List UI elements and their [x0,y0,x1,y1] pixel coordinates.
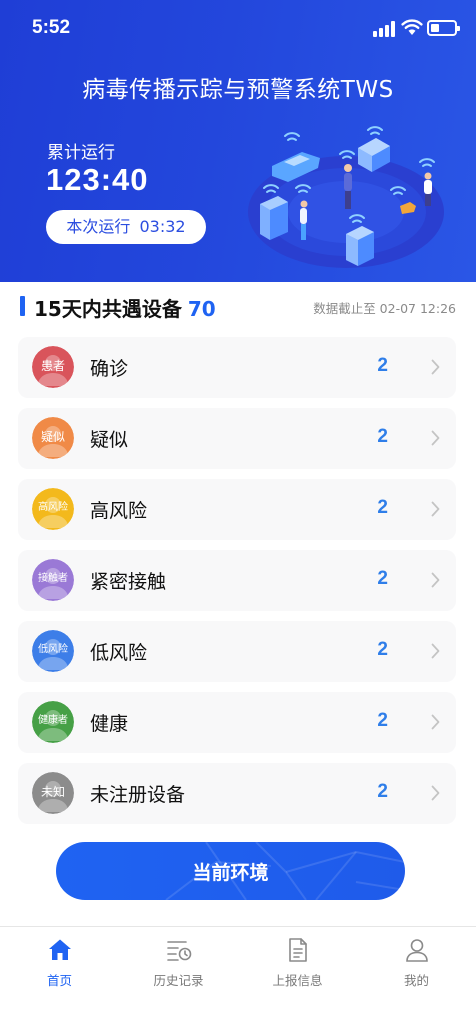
tab-profile[interactable]: 我的 [357,927,476,999]
device-category-row[interactable]: 高风险 高风险 2 [18,479,456,540]
cellular-signal-icon [373,21,397,37]
section-title: 15天内共遇设备 70 [34,293,216,322]
tab-report-label: 上报信息 [272,973,323,988]
current-runtime-value: 03:32 [139,217,186,236]
device-category-row[interactable]: 患者 确诊 2 [18,337,456,398]
chevron-right-icon [431,572,440,588]
category-label: 疑似 [90,429,129,451]
device-category-row[interactable]: 接触者 紧密接触 2 [18,550,456,611]
current-environment-button[interactable]: 当前环境 [56,842,405,900]
category-label: 高风险 [90,500,148,522]
home-icon [49,939,71,960]
app-title: 病毒传播示踪与预警系统TWS [82,77,394,103]
status-time: 5:52 [32,17,71,38]
category-count: 2 [377,639,388,660]
category-count: 2 [377,781,388,802]
tab-home[interactable]: 首页 [0,927,119,999]
device-category-row[interactable]: 健康者 健康 2 [18,692,456,753]
device-category-row[interactable]: 疑似 疑似 2 [18,408,456,469]
category-label: 健康 [90,713,129,735]
header-banner: 5:52 病毒传播示踪与预警系统TWS 累计运行 123:40 本次运行 03:… [0,0,476,282]
device-category-list: 患者 确诊 2 疑似 疑似 2 高风险 高风险 2 接触者 紧密接触 2 低风险… [18,337,456,834]
chevron-right-icon [431,643,440,659]
tab-profile-label: 我的 [403,973,429,988]
current-environment-label: 当前环境 [192,861,269,884]
avatar-tag: 低风险 [38,644,68,655]
person-avatar-icon: 患者 [32,346,74,388]
current-runtime-badge: 本次运行 03:32 [46,210,206,244]
category-count: 2 [377,497,388,518]
section-accent-bar [20,296,25,316]
tab-home-label: 首页 [46,973,72,988]
category-label: 低风险 [90,642,148,664]
section-title-text: 15天内共遇设备 [34,297,182,321]
category-count: 2 [377,355,388,376]
tracking-illustration [248,126,444,268]
chevron-right-icon [431,501,440,517]
current-runtime-label: 本次运行 [66,217,131,236]
person-avatar-icon: 疑似 [32,417,74,459]
person-avatar-icon: 高风险 [32,488,74,530]
person-avatar-icon: 健康者 [32,701,74,743]
profile-icon [406,939,428,962]
category-label: 确诊 [90,358,129,380]
tab-history-label: 历史记录 [153,973,204,988]
encounter-section-header: 15天内共遇设备 70 数据截止至 02-07 12:26 [0,282,476,330]
cumulative-runtime-value: 123:40 [46,162,149,197]
history-icon [167,941,192,961]
category-count: 2 [377,568,388,589]
tab-report[interactable]: 上报信息 [238,927,357,999]
status-bar: 5:52 [0,0,476,58]
data-as-of: 数据截止至 02-07 12:26 [313,301,456,316]
avatar-tag: 疑似 [40,430,65,444]
avatar-tag: 接触者 [38,573,68,584]
tab-history[interactable]: 历史记录 [119,927,238,999]
chevron-right-icon [431,714,440,730]
avatar-tag: 高风险 [38,502,68,513]
avatar-tag: 健康者 [38,715,68,726]
avatar-tag: 患者 [40,359,65,373]
chevron-right-icon [431,430,440,446]
bottom-tab-bar: 首页 历史记录 上报信息 我的 [0,926,476,1031]
battery-icon [427,20,460,36]
report-icon [289,938,307,962]
category-count: 2 [377,710,388,731]
person-avatar-icon: 低风险 [32,630,74,672]
cumulative-runtime-label: 累计运行 [47,143,115,163]
chevron-right-icon [431,785,440,801]
category-label: 未注册设备 [90,784,186,806]
avatar-tag: 未知 [40,785,65,799]
device-category-row[interactable]: 未知 未注册设备 2 [18,763,456,824]
device-category-row[interactable]: 低风险 低风险 2 [18,621,456,682]
category-label: 紧密接触 [90,571,167,593]
wifi-icon [401,19,423,35]
category-count: 2 [377,426,388,447]
person-avatar-icon: 接触者 [32,559,74,601]
chevron-right-icon [431,359,440,375]
encounter-count: 70 [187,297,216,321]
person-avatar-icon: 未知 [32,772,74,814]
